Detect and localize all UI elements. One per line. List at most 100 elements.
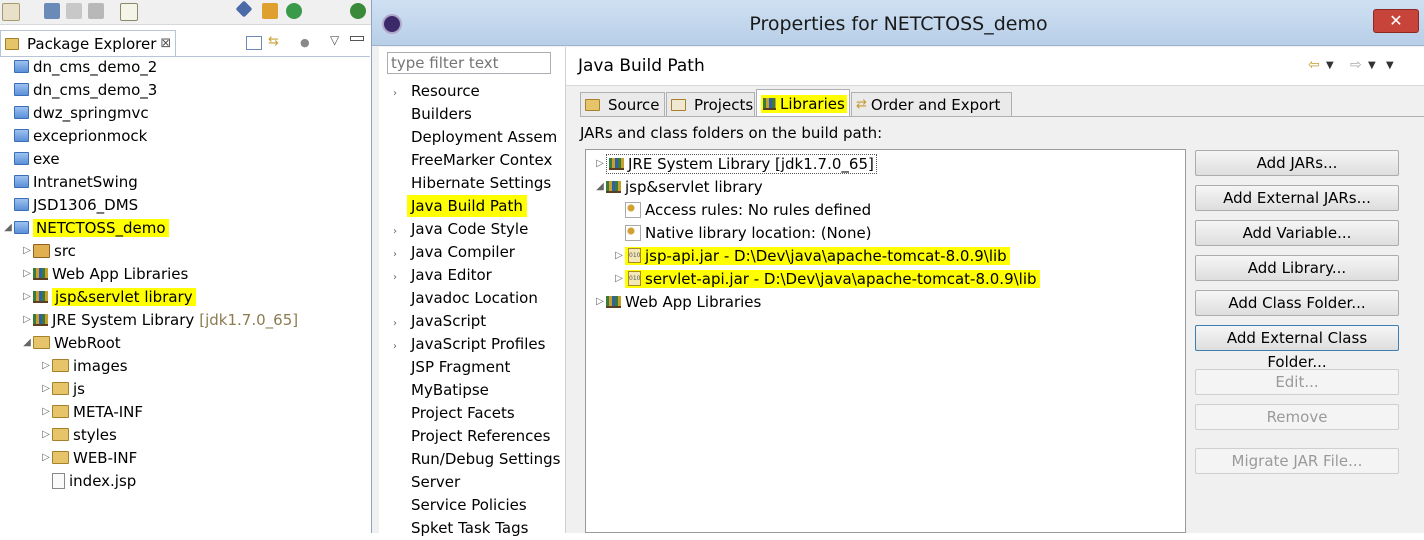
save-all-icon[interactable] xyxy=(66,3,82,19)
explorer-tree-item[interactable]: index.jsp xyxy=(40,469,136,492)
collapsed-arrow-icon[interactable]: › xyxy=(393,266,411,289)
collapsed-arrow-icon[interactable]: ▷ xyxy=(21,268,33,279)
close-button[interactable]: ✕ xyxy=(1373,9,1419,33)
nav-item[interactable]: › JavaScript Profiles xyxy=(393,333,545,356)
collapsed-arrow-icon[interactable]: ▷ xyxy=(594,296,606,307)
nav-item[interactable]: Server xyxy=(393,471,460,494)
nav-item[interactable]: MyBatipse xyxy=(393,379,489,402)
remove-button[interactable]: Remove xyxy=(1195,404,1399,430)
collapsed-arrow-icon[interactable]: ▷ xyxy=(613,250,625,261)
tab-order-export[interactable]: ⇄ Order and Export xyxy=(851,92,1012,116)
nav-item[interactable]: Project Facets xyxy=(393,402,515,425)
package-explorer-tab[interactable]: Package Explorer ⊠ xyxy=(0,30,177,56)
explorer-tree-item[interactable]: IntranetSwing xyxy=(2,170,138,193)
explorer-tree-item[interactable]: dwz_springmvc xyxy=(2,101,149,124)
explorer-tree-item[interactable]: ▷ jsp&servlet library xyxy=(21,285,196,308)
nav-item[interactable]: JSP Fragment xyxy=(393,356,510,379)
nav-item[interactable]: Spket Task Tags xyxy=(393,517,528,540)
explorer-tree-item[interactable]: dn_cms_demo_3 xyxy=(2,78,157,101)
collapsed-arrow-icon[interactable]: ▷ xyxy=(40,429,52,440)
collapsed-arrow-icon[interactable]: ▷ xyxy=(21,314,33,325)
collapsed-arrow-icon[interactable]: ▷ xyxy=(40,360,52,371)
explorer-tree-item[interactable]: exceprionmock xyxy=(2,124,147,147)
focus-icon[interactable]: ● xyxy=(300,36,314,49)
nav-item[interactable]: Project References xyxy=(393,425,550,448)
expanded-arrow-icon[interactable]: ◢ xyxy=(594,181,606,192)
add-external-class-folder-button[interactable]: Add External Class Folder... xyxy=(1195,325,1399,371)
collapsed-arrow-icon[interactable]: ▷ xyxy=(40,383,52,394)
explorer-tree-item[interactable]: ▷ src xyxy=(21,239,76,262)
collapsed-arrow-icon[interactable]: ▷ xyxy=(613,273,625,284)
build-path-entry[interactable]: Native library location: (None) xyxy=(613,221,872,244)
explorer-tree-item[interactable]: ◢ NETCTOSS_demo xyxy=(2,216,169,239)
explorer-tree-item[interactable]: ▷ js xyxy=(40,377,85,400)
explorer-tree-item[interactable]: ◢ WebRoot xyxy=(21,331,121,354)
forward-arrow-icon[interactable]: ⇨ xyxy=(1350,57,1362,73)
expanded-arrow-icon[interactable]: ◢ xyxy=(21,337,33,348)
nav-item[interactable]: › Java Editor xyxy=(393,264,492,287)
explorer-tree-item[interactable]: ▷ Web App Libraries xyxy=(21,262,188,285)
collapsed-arrow-icon[interactable]: › xyxy=(393,335,411,358)
tab-projects[interactable]: Projects xyxy=(666,92,755,116)
nav-item[interactable]: › Resource xyxy=(393,80,480,103)
edit-button[interactable]: Edit... xyxy=(1195,369,1399,395)
filter-input[interactable] xyxy=(387,52,551,74)
build-path-entry[interactable]: ▷ JRE System Library [jdk1.7.0_65] xyxy=(594,152,877,175)
minimize-icon[interactable] xyxy=(350,36,364,41)
build-path-entry[interactable]: Access rules: No rules defined xyxy=(613,198,871,221)
nav-item[interactable]: Deployment Assem xyxy=(393,126,557,149)
explorer-tree-item[interactable]: JSD1306_DMS xyxy=(2,193,138,216)
explorer-tree-item[interactable]: ▷ images xyxy=(40,354,127,377)
expanded-arrow-icon[interactable]: ◢ xyxy=(2,222,14,233)
build-path-entry[interactable]: ▷ Web App Libraries xyxy=(594,290,761,313)
page-menu-icon[interactable]: ▼ xyxy=(1386,60,1394,71)
collapsed-arrow-icon[interactable]: ▷ xyxy=(40,452,52,463)
tab-source[interactable]: Source xyxy=(580,92,665,116)
migrate-jar-button[interactable]: Migrate JAR File... xyxy=(1195,448,1399,474)
collapsed-arrow-icon[interactable]: ▷ xyxy=(40,406,52,417)
forward-dropdown-icon[interactable]: ▼ xyxy=(1368,60,1376,71)
tool-icon[interactable] xyxy=(235,0,253,18)
collapsed-arrow-icon[interactable]: ▷ xyxy=(21,291,33,302)
build-path-entry[interactable]: ◢ jsp&servlet library xyxy=(594,175,762,198)
collapsed-arrow-icon[interactable]: ▷ xyxy=(21,245,33,256)
nav-item[interactable]: Javadoc Location xyxy=(393,287,538,310)
explorer-tree-item[interactable]: ▷ JRE System Library [jdk1.7.0_65] xyxy=(21,308,298,331)
nav-item[interactable]: › Java Code Style xyxy=(393,218,528,241)
explorer-tree-item[interactable]: ▷ WEB-INF xyxy=(40,446,137,469)
explorer-tree-item[interactable]: ▷ styles xyxy=(40,423,117,446)
nav-item[interactable]: Java Build Path xyxy=(393,195,527,218)
collapse-all-icon[interactable] xyxy=(246,36,262,50)
explorer-tree-item[interactable]: ▷ META-INF xyxy=(40,400,143,423)
add-class-folder-button[interactable]: Add Class Folder... xyxy=(1195,290,1399,316)
server-icon[interactable] xyxy=(262,3,278,19)
nav-item[interactable]: Builders xyxy=(393,103,472,126)
tab-libraries[interactable]: Libraries xyxy=(756,89,850,117)
open-type-icon[interactable] xyxy=(120,3,138,21)
build-path-tree[interactable]: ▷ JRE System Library [jdk1.7.0_65] ◢ jsp&se… xyxy=(585,149,1186,533)
refresh-icon[interactable] xyxy=(286,3,302,19)
back-arrow-icon[interactable]: ⇦ xyxy=(1308,57,1320,73)
collapsed-arrow-icon[interactable]: ▷ xyxy=(594,158,606,169)
add-variable-button[interactable]: Add Variable... xyxy=(1195,220,1399,246)
close-tab-icon[interactable]: ⊠ xyxy=(160,36,171,51)
add-jars-button[interactable]: Add JARs... xyxy=(1195,150,1399,176)
new-icon[interactable] xyxy=(2,3,20,21)
nav-item[interactable]: Hibernate Settings xyxy=(393,172,551,195)
collapsed-arrow-icon[interactable]: › xyxy=(393,82,411,105)
nav-item[interactable]: FreeMarker Contex xyxy=(393,149,552,172)
add-library-button[interactable]: Add Library... xyxy=(1195,255,1399,281)
debug-icon[interactable] xyxy=(350,3,366,19)
link-editor-icon[interactable]: ⇆ xyxy=(268,35,282,48)
nav-item[interactable]: Run/Debug Settings xyxy=(393,448,560,471)
view-menu-icon[interactable]: ▽ xyxy=(330,33,339,47)
collapsed-arrow-icon[interactable]: › xyxy=(393,243,411,266)
collapsed-arrow-icon[interactable]: › xyxy=(393,312,411,335)
build-path-entry[interactable]: ▷ 010 jsp-api.jar - D:\Dev\java\apache-tom… xyxy=(613,244,1010,267)
collapsed-arrow-icon[interactable]: › xyxy=(393,220,411,243)
explorer-tree-item[interactable]: dn_cms_demo_2 xyxy=(2,55,157,78)
explorer-tree-item[interactable]: exe xyxy=(2,147,60,170)
nav-item[interactable]: › Java Compiler xyxy=(393,241,515,264)
nav-item[interactable]: › JavaScript xyxy=(393,310,486,333)
back-dropdown-icon[interactable]: ▼ xyxy=(1326,60,1334,71)
